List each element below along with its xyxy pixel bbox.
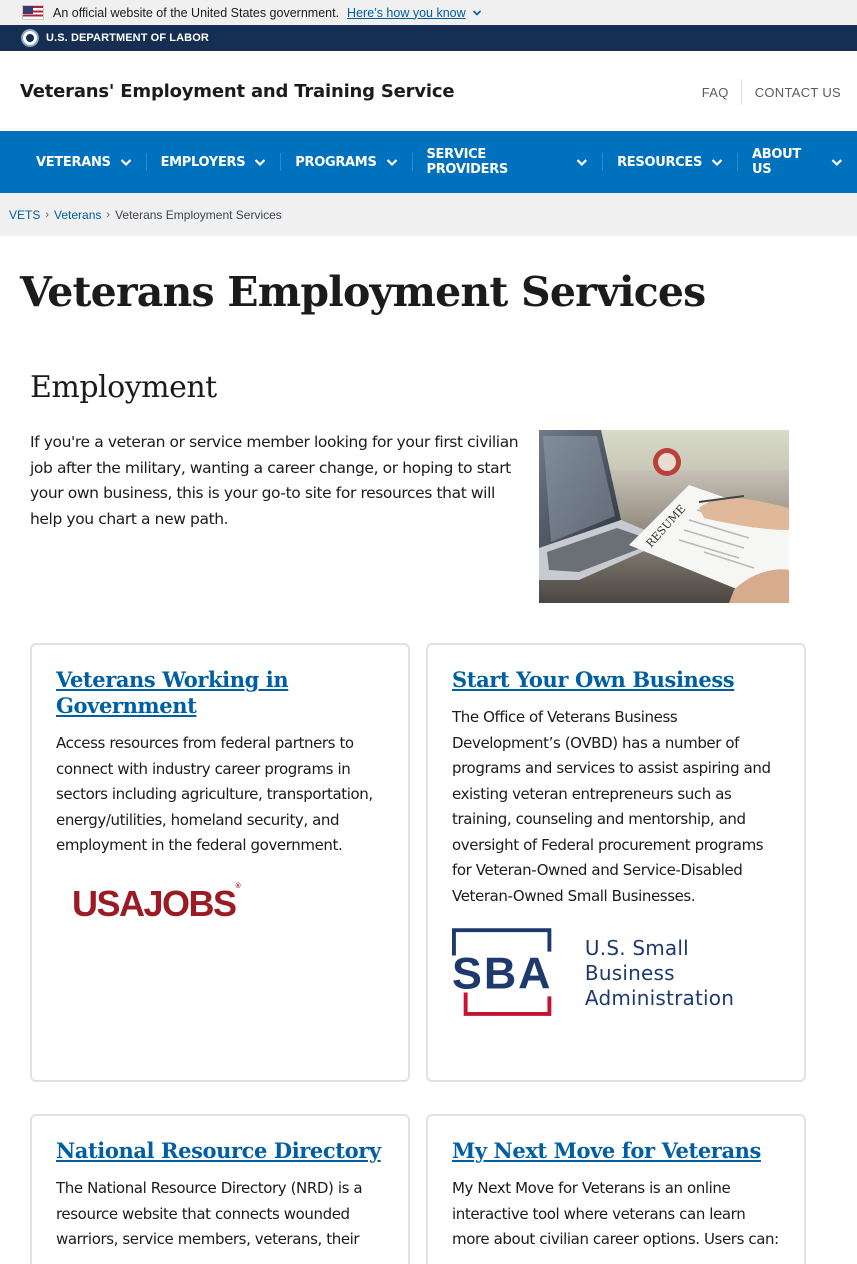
- nav-item-programs[interactable]: PROGRAMS: [281, 149, 411, 175]
- resume-photo: RESUME: [539, 430, 789, 603]
- nav-item-about-us[interactable]: ABOUT US: [738, 147, 857, 177]
- nav-item-employers[interactable]: EMPLOYERS: [147, 149, 281, 175]
- nav-label: SERVICE PROVIDERS: [426, 147, 508, 177]
- sba-letters: SBA: [452, 949, 552, 999]
- resume-laptop-image: RESUME: [539, 430, 789, 603]
- nav-item-veterans[interactable]: VETERANS: [22, 149, 146, 175]
- nav-item-service-providers[interactable]: SERVICE PROVIDERS: [412, 147, 602, 177]
- card-title-link[interactable]: Veterans Working in Government: [56, 667, 384, 719]
- breadcrumb-veterans[interactable]: Veterans: [54, 208, 101, 222]
- usajobs-logo[interactable]: USAJOBS®: [72, 882, 241, 925]
- chevron-down-icon: [120, 159, 131, 167]
- chevron-down-icon: [711, 159, 723, 167]
- site-title[interactable]: Veterans' Employment and Training Servic…: [20, 81, 455, 102]
- dol-seal-icon: [21, 29, 39, 47]
- chevron-down-icon: [832, 159, 843, 166]
- contact-us-link[interactable]: CONTACT US: [755, 85, 841, 100]
- usajobs-logo-text: USAJOBS: [72, 882, 237, 924]
- nav-item-resources[interactable]: RESOURCES: [603, 149, 737, 175]
- card-national-resource-directory: National Resource Directory The National…: [30, 1114, 410, 1264]
- nav-label: RESOURCES: [617, 154, 703, 170]
- card-title-link[interactable]: My Next Move for Veterans: [452, 1138, 780, 1164]
- sba-name-line1: U.S. Small Business: [584, 935, 689, 985]
- nav-label: EMPLOYERS: [160, 154, 246, 170]
- card-veterans-working-in-government: Veterans Working in Government Access re…: [30, 643, 410, 1082]
- main-nav: VETERANS EMPLOYERS PROGRAMS SERVICE PROV…: [0, 131, 857, 193]
- card-start-your-own-business: Start Your Own Business The Office of Ve…: [426, 643, 806, 1082]
- breadcrumb-vets[interactable]: VETS: [9, 208, 40, 222]
- utility-links: FAQ CONTACT US: [702, 79, 841, 105]
- nav-label: ABOUT US: [752, 147, 801, 177]
- agency-name[interactable]: U.S. DEPARTMENT OF LABOR: [46, 32, 209, 44]
- card-my-next-move-for-veterans: My Next Move for Veterans My Next Move f…: [426, 1114, 806, 1264]
- card-body: The Office of Veterans Business Developm…: [452, 708, 771, 905]
- card-title-link[interactable]: National Resource Directory: [56, 1138, 384, 1164]
- utility-divider: [740, 79, 742, 105]
- breadcrumb-current: Veterans Employment Services: [115, 207, 282, 222]
- site-header: Veterans' Employment and Training Servic…: [0, 51, 857, 131]
- chevron-right-icon: ›: [45, 208, 50, 221]
- card-body: The National Resource Directory (NRD) is…: [56, 1179, 363, 1248]
- sba-logo[interactable]: SBA U.S. Small Business Administration: [452, 927, 780, 1019]
- page-title: Veterans Employment Services: [20, 268, 706, 316]
- nav-label: VETERANS: [36, 154, 111, 170]
- nav-label: PROGRAMS: [295, 154, 377, 170]
- card-title-link[interactable]: Start Your Own Business: [452, 667, 780, 693]
- sba-name-line2: Administration: [584, 985, 735, 1010]
- gov-banner-text: An official website of the United States…: [53, 5, 340, 20]
- chevron-down-icon: [577, 159, 588, 166]
- agency-bar: U.S. DEPARTMENT OF LABOR: [0, 25, 857, 51]
- faq-link[interactable]: FAQ: [702, 85, 729, 100]
- sba-name: U.S. Small Business Administration: [585, 936, 780, 1011]
- chevron-down-icon: [386, 159, 397, 167]
- section-heading: Employment: [30, 370, 217, 405]
- us-flag-icon: [22, 5, 44, 20]
- heres-how-you-know-link[interactable]: Here’s how you know: [347, 6, 482, 20]
- chevron-down-icon: [472, 9, 481, 16]
- gov-banner: An official website of the United States…: [0, 0, 857, 25]
- chevron-down-icon: [255, 159, 266, 167]
- breadcrumb: VETS › Veterans › Veterans Employment Se…: [0, 193, 857, 236]
- chevron-right-icon: ›: [106, 208, 111, 221]
- card-body: Access resources from federal partners t…: [56, 734, 373, 854]
- heres-how-you-know-label: Here’s how you know: [347, 5, 466, 20]
- intro-paragraph: If you're a veteran or service member lo…: [30, 433, 519, 528]
- sba-logo-mark: SBA: [452, 928, 552, 1016]
- card-body: My Next Move for Veterans is an online i…: [452, 1179, 779, 1248]
